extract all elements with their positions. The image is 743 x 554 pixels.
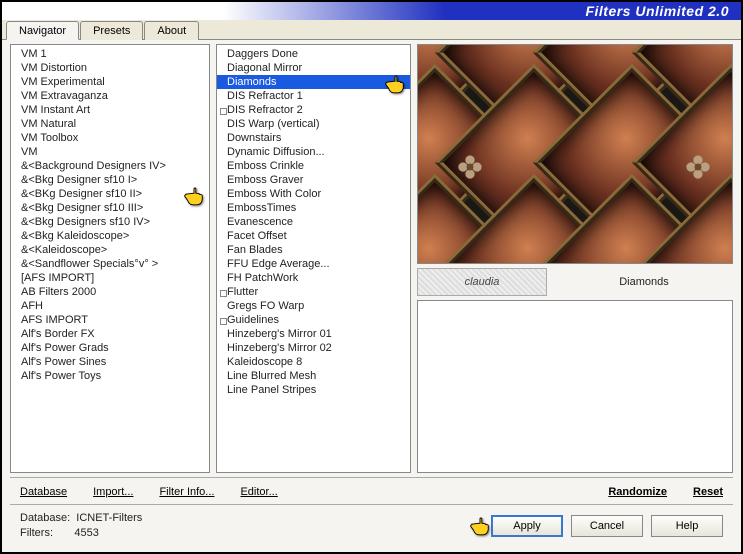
list-item[interactable]: [AFS IMPORT]	[11, 271, 209, 285]
title-bar: Filters Unlimited 2.0	[2, 2, 741, 20]
tab-strip: Navigator Presets About	[2, 20, 741, 40]
flower-icon	[684, 153, 712, 181]
flower-icon	[456, 153, 484, 181]
selected-filter-name: Diamonds	[555, 276, 733, 288]
list-item[interactable]: VM Instant Art	[11, 103, 209, 117]
filter-name-row: claudia Diamonds	[417, 268, 733, 296]
window-frame: Filters Unlimited 2.0 Navigator Presets …	[0, 0, 743, 554]
reset-link[interactable]: Reset	[693, 486, 723, 498]
status-database-value: ICNET-Filters	[76, 512, 142, 524]
list-item[interactable]: &<Bkg Kaleidoscope>	[11, 229, 209, 243]
filter-info-link[interactable]: Filter Info...	[159, 486, 214, 498]
title-text: Filters Unlimited 2.0	[585, 3, 729, 19]
list-item[interactable]: &<Bkg Designers sf10 IV>	[11, 215, 209, 229]
list-item[interactable]: VM Distortion	[11, 61, 209, 75]
apply-button[interactable]: Apply	[491, 515, 563, 537]
help-button[interactable]: Help	[651, 515, 723, 537]
list-item[interactable]: AFS IMPORT	[11, 313, 209, 327]
watermark-stamp: claudia	[417, 268, 547, 296]
status-filters-label: Filters:	[20, 527, 53, 539]
window-body: VM 1VM DistortionVM ExperimentalVM Extra…	[2, 40, 741, 552]
list-item[interactable]: Downstairs	[217, 131, 410, 145]
list-item[interactable]: VM Experimental	[11, 75, 209, 89]
list-item[interactable]: Flutter	[217, 285, 410, 299]
list-item[interactable]: Alf's Power Sines	[11, 355, 209, 369]
list-item[interactable]: &<Bkg Designer sf10 I>	[11, 173, 209, 187]
list-item[interactable]: Facet Offset	[217, 229, 410, 243]
list-item[interactable]: Dynamic Diffusion...	[217, 145, 410, 159]
tab-navigator[interactable]: Navigator	[6, 21, 79, 40]
list-item[interactable]: &<BKg Designer sf10 II>	[11, 187, 209, 201]
list-item[interactable]: Hinzeberg's Mirror 01	[217, 327, 410, 341]
list-item[interactable]: Emboss With Color	[217, 187, 410, 201]
list-item[interactable]: &<Background Designers IV>	[11, 159, 209, 173]
list-item[interactable]: Gregs FO Warp	[217, 299, 410, 313]
list-item[interactable]: Line Blurred Mesh	[217, 369, 410, 383]
cancel-button[interactable]: Cancel	[571, 515, 643, 537]
list-item[interactable]: FH PatchWork	[217, 271, 410, 285]
list-item[interactable]: Kaleidoscope 8	[217, 355, 410, 369]
list-item[interactable]: VM	[11, 145, 209, 159]
list-item[interactable]: Diagonal Mirror	[217, 61, 410, 75]
list-item[interactable]: AFH	[11, 299, 209, 313]
list-item[interactable]: FFU Edge Average...	[217, 257, 410, 271]
status-text: Database: ICNET-Filters Filters: 4553	[20, 511, 142, 540]
database-link[interactable]: Database	[20, 486, 67, 498]
list-item[interactable]: VM Extravaganza	[11, 89, 209, 103]
category-list[interactable]: VM 1VM DistortionVM ExperimentalVM Extra…	[10, 44, 210, 473]
list-item[interactable]: EmbossTimes	[217, 201, 410, 215]
list-item[interactable]: Alf's Border FX	[11, 327, 209, 341]
main-columns: VM 1VM DistortionVM ExperimentalVM Extra…	[10, 44, 733, 473]
watermark-text: claudia	[465, 276, 500, 288]
list-item[interactable]: DIS Warp (vertical)	[217, 117, 410, 131]
list-item[interactable]: Emboss Graver	[217, 173, 410, 187]
list-item[interactable]: Emboss Crinkle	[217, 159, 410, 173]
list-item[interactable]: &<Bkg Designer sf10 III>	[11, 201, 209, 215]
list-item[interactable]: Diamonds	[217, 75, 410, 89]
list-item[interactable]: AB Filters 2000	[11, 285, 209, 299]
list-item[interactable]: &<Sandflower Specials°v° >	[11, 257, 209, 271]
preview-column: claudia Diamonds	[417, 44, 733, 473]
list-item[interactable]: Alf's Power Grads	[11, 341, 209, 355]
editor-link[interactable]: Editor...	[240, 486, 277, 498]
list-item[interactable]: VM 1	[11, 47, 209, 61]
randomize-link[interactable]: Randomize	[608, 486, 667, 498]
list-item[interactable]: VM Natural	[11, 117, 209, 131]
list-item[interactable]: Evanescence	[217, 215, 410, 229]
status-database-label: Database:	[20, 512, 70, 524]
list-item[interactable]: Fan Blades	[217, 243, 410, 257]
list-item[interactable]: Hinzeberg's Mirror 02	[217, 341, 410, 355]
list-item[interactable]: VM Toolbox	[11, 131, 209, 145]
status-filters-value: 4553	[74, 527, 98, 539]
link-button-row: Database Import... Filter Info... Editor…	[10, 477, 733, 504]
import-link[interactable]: Import...	[93, 486, 133, 498]
list-item[interactable]: Guidelines	[217, 313, 410, 327]
bottom-button-row: Database: ICNET-Filters Filters: 4553 Ap…	[10, 504, 733, 548]
tab-presets[interactable]: Presets	[80, 21, 143, 40]
preview-art	[418, 45, 732, 263]
filter-list[interactable]: Daggers DoneDiagonal MirrorDiamondsDIS R…	[216, 44, 411, 473]
list-item[interactable]: Alf's Power Toys	[11, 369, 209, 383]
list-item[interactable]: Daggers Done	[217, 47, 410, 61]
list-item[interactable]: DIS Refractor 2	[217, 103, 410, 117]
preview-image	[417, 44, 733, 264]
list-item[interactable]: Line Panel Stripes	[217, 383, 410, 397]
list-item[interactable]: DIS Refractor 1	[217, 89, 410, 103]
parameters-panel	[417, 300, 733, 473]
list-item[interactable]: &<Kaleidoscope>	[11, 243, 209, 257]
tab-about[interactable]: About	[144, 21, 199, 40]
